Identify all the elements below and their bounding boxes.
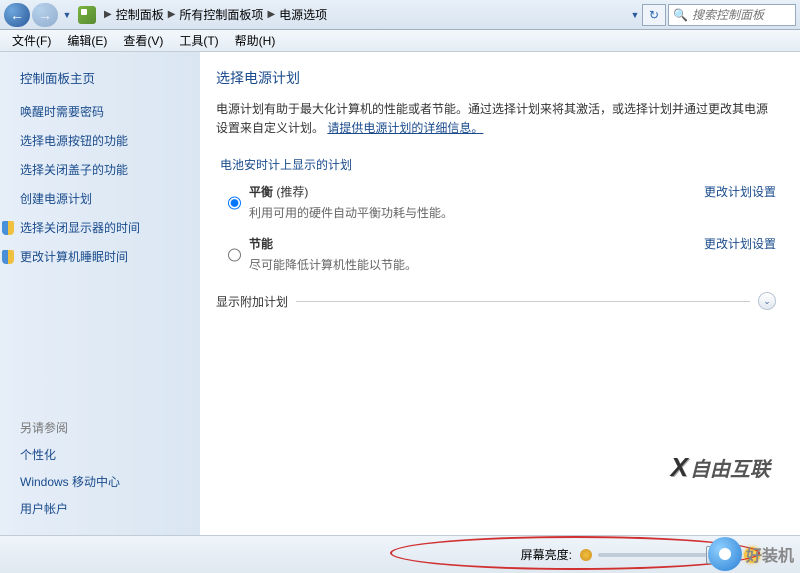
- back-button[interactable]: ←: [4, 3, 30, 27]
- sidebar-link-label: 唤醒时需要密码: [20, 103, 104, 120]
- control-panel-home-link[interactable]: 控制面板主页: [20, 68, 188, 87]
- breadcrumb-dropdown[interactable]: ▼: [628, 3, 642, 27]
- sidebar-link-label: 选择电源按钮的功能: [20, 132, 128, 149]
- menu-help[interactable]: 帮助(H): [227, 32, 284, 49]
- search-icon: 🔍: [673, 8, 688, 22]
- see-also-mobility-center[interactable]: Windows 移动中心: [20, 473, 188, 490]
- change-plan-settings-link[interactable]: 更改计划设置: [704, 235, 776, 273]
- sidebar-link-password[interactable]: 唤醒时需要密码: [20, 103, 188, 120]
- page-description: 电源计划有助于最大化计算机的性能或者节能。通过选择计划来将其激活，或选择计划并通…: [216, 100, 776, 138]
- plan-radio-balanced[interactable]: [228, 185, 241, 221]
- sun-dim-icon: [580, 549, 592, 561]
- desc-more-info-link[interactable]: 请提供电源计划的详细信息。: [327, 121, 483, 135]
- refresh-icon: ↻: [649, 8, 659, 22]
- forward-button[interactable]: →: [32, 3, 58, 27]
- menu-bar: 文件(F) 编辑(E) 查看(V) 工具(T) 帮助(H): [0, 30, 800, 52]
- breadcrumb-root[interactable]: 控制面板: [116, 6, 164, 23]
- breadcrumb-mid[interactable]: 所有控制面板项: [179, 6, 263, 23]
- sidebar-link-label: 创建电源计划: [20, 190, 92, 207]
- sun-bright-icon: [744, 547, 760, 563]
- sidebar-link-sleep[interactable]: 更改计算机睡眠时间: [20, 248, 188, 265]
- power-plan-saver: 节能 尽可能降低计算机性能以节能。 更改计划设置: [216, 235, 776, 273]
- search-input[interactable]: [692, 8, 791, 22]
- menu-edit[interactable]: 编辑(E): [59, 32, 115, 49]
- see-also-header: 另请参阅: [20, 419, 188, 436]
- refresh-button[interactable]: ↻: [642, 4, 666, 26]
- sidebar-link-label: 更改计算机睡眠时间: [20, 248, 128, 265]
- change-plan-settings-link[interactable]: 更改计划设置: [704, 183, 776, 221]
- divider: [296, 301, 750, 302]
- page-title: 选择电源计划: [216, 68, 776, 88]
- nav-history-dropdown[interactable]: ▼: [60, 3, 74, 27]
- control-panel-icon: [78, 6, 96, 24]
- menu-tools[interactable]: 工具(T): [171, 32, 226, 49]
- sidebar-link-display-off[interactable]: 选择关闭显示器的时间: [20, 219, 188, 236]
- sidebar-link-create-plan[interactable]: 创建电源计划: [20, 190, 188, 207]
- breadcrumb-leaf[interactable]: 电源选项: [279, 6, 327, 23]
- chevron-down-icon: ⌄: [758, 292, 776, 310]
- breadcrumb-separator-icon: ▶: [267, 9, 275, 20]
- menu-view[interactable]: 查看(V): [115, 32, 171, 49]
- brightness-slider[interactable]: [598, 553, 738, 557]
- shield-icon: [0, 249, 16, 265]
- sidebar-link-lid[interactable]: 选择关闭盖子的功能: [20, 161, 188, 178]
- power-plan-balanced: 平衡 (推荐) 利用可用的硬件自动平衡功耗与性能。 更改计划设置: [216, 183, 776, 221]
- breadcrumb-separator-icon: ▶: [168, 9, 176, 20]
- show-additional-plans-expander[interactable]: 显示附加计划 ⌄: [216, 287, 776, 314]
- menu-file[interactable]: 文件(F): [4, 32, 59, 49]
- shield-icon: [0, 220, 16, 236]
- plan-section-header: 电池安时计上显示的计划: [216, 156, 776, 173]
- see-also-personalization[interactable]: 个性化: [20, 446, 188, 463]
- footer-bar: 屏幕亮度:: [0, 535, 800, 573]
- expander-label: 显示附加计划: [216, 293, 288, 310]
- sidebar-link-label: 选择关闭显示器的时间: [20, 219, 140, 236]
- sidebar-link-label: 选择关闭盖子的功能: [20, 161, 128, 178]
- plan-name: 节能: [249, 235, 696, 252]
- desc-text: 电源计划有助于最大化计算机的性能或者节能。通过选择计划来将其激活，或选择计划并通…: [216, 102, 768, 135]
- search-box[interactable]: 🔍: [668, 4, 796, 26]
- slider-thumb[interactable]: [706, 546, 716, 564]
- plan-desc: 利用可用的硬件自动平衡功耗与性能。: [249, 204, 696, 221]
- plan-name: 平衡 (推荐): [249, 183, 696, 200]
- brightness-label: 屏幕亮度:: [521, 546, 572, 563]
- plan-radio-saver[interactable]: [228, 237, 241, 273]
- plan-desc: 尽可能降低计算机性能以节能。: [249, 256, 696, 273]
- sidebar-link-power-button[interactable]: 选择电源按钮的功能: [20, 132, 188, 149]
- breadcrumb-separator-icon: ▶: [104, 9, 112, 20]
- see-also-user-accounts[interactable]: 用户帐户: [20, 500, 188, 517]
